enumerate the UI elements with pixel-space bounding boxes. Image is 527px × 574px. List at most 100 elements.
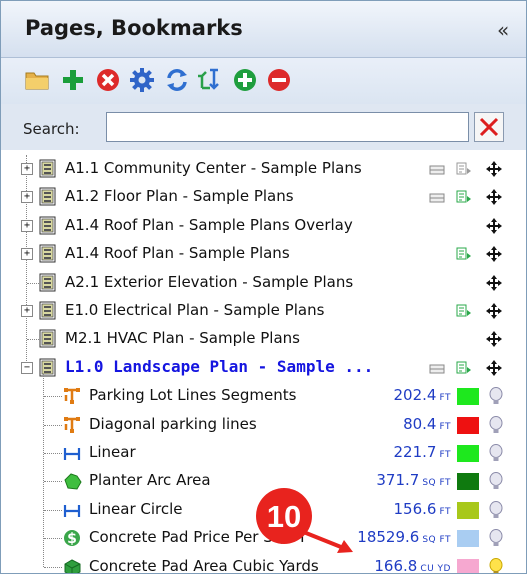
- color-swatch[interactable]: [457, 530, 479, 548]
- collapse-all-icon[interactable]: [265, 66, 293, 94]
- search-row: Search:: [1, 104, 526, 150]
- page-row[interactable]: + A1.1 Community Center - Sample Plans: [1, 155, 526, 183]
- expand-toggle[interactable]: +: [21, 248, 33, 261]
- lightbulb-icon[interactable]: [488, 529, 504, 547]
- quantity-value: 202.4: [393, 386, 437, 405]
- move-icon[interactable]: [485, 274, 503, 292]
- page-icon: [39, 216, 56, 235]
- page-icon: [39, 244, 56, 263]
- color-swatch[interactable]: [457, 416, 479, 434]
- folder-icon[interactable]: [23, 66, 51, 94]
- page-label: A1.4 Roof Plan - Sample Plans: [65, 244, 290, 263]
- move-icon[interactable]: [485, 217, 503, 235]
- move-icon[interactable]: [485, 330, 503, 348]
- ruler-icon[interactable]: [429, 162, 445, 178]
- move-icon[interactable]: [485, 188, 503, 206]
- linear-icon: [63, 448, 81, 460]
- lightbulb-icon[interactable]: [488, 557, 504, 574]
- color-swatch[interactable]: [457, 501, 479, 519]
- quantity-value: 221.7: [393, 443, 437, 461]
- takeoff-row[interactable]: Concrete Pad Area Cubic Yards 166.8 CU YD: [1, 553, 526, 574]
- page-row[interactable]: + E1.0 Electrical Plan - Sample Plans: [1, 297, 526, 325]
- page-row[interactable]: + A1.4 Roof Plan - Sample Plans: [1, 240, 526, 268]
- expand-all-icon[interactable]: [231, 66, 259, 94]
- color-swatch[interactable]: [457, 388, 479, 406]
- collapse-toggle[interactable]: −: [21, 361, 33, 374]
- quantity-unit: FT: [439, 506, 451, 517]
- search-input[interactable]: [106, 112, 469, 142]
- sort-icon[interactable]: [197, 66, 225, 94]
- expand-toggle[interactable]: +: [21, 191, 33, 204]
- refresh-icon[interactable]: [163, 66, 191, 94]
- tree-connector: [44, 453, 62, 454]
- segments-icon: [64, 416, 80, 433]
- expand-toggle[interactable]: +: [21, 163, 33, 175]
- takeoff-label: Planter Arc Area: [89, 471, 211, 490]
- quantity-value: 18529.6: [357, 528, 420, 547]
- quantity-unit: FT: [439, 450, 451, 460]
- color-swatch[interactable]: [457, 445, 479, 462]
- quantity-value: 166.8: [374, 556, 418, 574]
- quantity-unit: FT: [439, 421, 451, 432]
- page-label: E1.0 Electrical Plan - Sample Plans: [65, 301, 325, 319]
- takeoff-row[interactable]: Linear 221.7 FT: [1, 439, 526, 467]
- pages-bookmarks-panel: Pages, Bookmarks « Search: + A1.1 Commun…: [0, 0, 527, 574]
- quantity-unit: FT: [439, 393, 451, 404]
- ruler-icon[interactable]: [429, 361, 445, 377]
- delete-icon[interactable]: [94, 66, 122, 94]
- move-icon[interactable]: [485, 359, 503, 377]
- move-icon[interactable]: [485, 245, 503, 263]
- takeoff-page-icon[interactable]: [456, 246, 473, 262]
- page-icon: [39, 159, 56, 178]
- lightbulb-icon[interactable]: [488, 500, 504, 519]
- takeoff-page-icon[interactable]: [456, 161, 473, 177]
- takeoff-row[interactable]: Diagonal parking lines 80.4 FT: [1, 411, 526, 439]
- tree-connector: [44, 509, 62, 511]
- lightbulb-icon[interactable]: [488, 472, 504, 490]
- takeoff-page-icon[interactable]: [456, 189, 473, 205]
- takeoff-label: Linear: [89, 443, 136, 461]
- page-row[interactable]: + A1.2 Floor Plan - Sample Plans: [1, 183, 526, 211]
- settings-icon[interactable]: [128, 66, 156, 94]
- page-row[interactable]: A2.1 Exterior Elevation - Sample Plans: [1, 269, 526, 297]
- takeoff-row[interactable]: Parking Lot Lines Segments 202.4 FT: [1, 382, 526, 410]
- add-icon[interactable]: [59, 66, 87, 94]
- callout-number: 10: [266, 499, 302, 534]
- color-swatch[interactable]: [457, 558, 479, 573]
- lightbulb-icon[interactable]: [488, 444, 504, 462]
- takeoff-quantity: 371.7 SQ FT: [376, 471, 451, 489]
- panel-title: Pages, Bookmarks: [25, 16, 243, 40]
- takeoff-page-icon[interactable]: [456, 360, 473, 376]
- takeoff-label: Linear Circle: [89, 499, 183, 518]
- takeoff-row[interactable]: Planter Arc Area 371.7 SQ FT: [1, 467, 526, 495]
- tree-connector: [27, 282, 39, 284]
- page-row[interactable]: − L1.0 Landscape Plan - Sample ...: [1, 354, 526, 382]
- move-icon[interactable]: [485, 302, 503, 320]
- lightbulb-icon[interactable]: [488, 415, 504, 434]
- page-label: M2.1 HVAC Plan - Sample Plans: [65, 329, 300, 348]
- collapse-panel-button[interactable]: «: [497, 18, 509, 42]
- page-label: A2.1 Exterior Elevation - Sample Plans: [65, 272, 354, 291]
- panel-header: Pages, Bookmarks «: [1, 1, 526, 58]
- clear-search-button[interactable]: [474, 112, 504, 142]
- quantity-value: 371.7: [376, 471, 420, 490]
- page-label: A1.2 Floor Plan - Sample Plans: [65, 187, 294, 206]
- takeoff-quantity: 202.4 FT: [394, 386, 451, 404]
- quantity-value: 156.6: [393, 499, 437, 518]
- quantity-unit: SQ FT: [422, 478, 451, 489]
- move-icon[interactable]: [485, 160, 503, 178]
- page-row[interactable]: + A1.4 Roof Plan - Sample Plans Overlay: [1, 212, 526, 240]
- expand-toggle[interactable]: +: [21, 219, 33, 232]
- color-swatch[interactable]: [457, 473, 479, 491]
- lightbulb-icon[interactable]: [488, 387, 504, 405]
- takeoff-page-icon[interactable]: [456, 303, 473, 319]
- takeoff-label: Diagonal parking lines: [89, 414, 257, 433]
- page-label: A1.4 Roof Plan - Sample Plans Overlay: [65, 215, 353, 234]
- ruler-icon[interactable]: [429, 190, 445, 206]
- takeoff-quantity: 221.7 FT: [394, 443, 451, 461]
- page-row[interactable]: M2.1 HVAC Plan - Sample Plans: [1, 325, 526, 353]
- page-icon: [39, 273, 56, 292]
- page-icon: [39, 329, 56, 348]
- volume-icon: [64, 559, 81, 573]
- expand-toggle[interactable]: +: [21, 305, 33, 317]
